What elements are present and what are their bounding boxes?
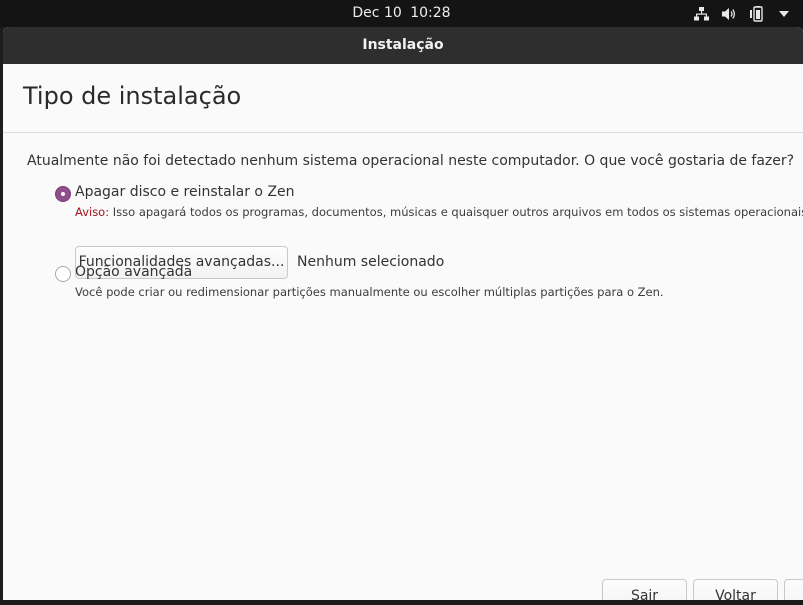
network-icon[interactable]: [694, 6, 709, 21]
radio-advanced[interactable]: [55, 266, 71, 282]
option-advanced-label[interactable]: Opção avançada: [75, 264, 192, 280]
install-question: Atualmente não foi detectado nenhum sist…: [27, 153, 795, 169]
warning-label: Aviso:: [75, 205, 110, 219]
window-titlebar[interactable]: Instalação: [3, 27, 803, 64]
clock-date: Dec 10: [352, 5, 402, 21]
menu-arrow-icon[interactable]: [779, 10, 789, 17]
bottom-edge: [0, 600, 803, 605]
window-title: Instalação: [362, 37, 444, 53]
battery-icon[interactable]: [750, 5, 766, 22]
page-title: Tipo de instalação: [23, 82, 242, 110]
option-advanced-note: Você pode criar ou redimensionar partiçõ…: [75, 285, 664, 299]
system-tray[interactable]: [694, 0, 789, 27]
option-erase-disk-note: Aviso: Isso apagará todos os programas, …: [75, 205, 803, 219]
continue-button[interactable]: [784, 579, 803, 600]
option-erase-disk-label[interactable]: Apagar disco e reinstalar o Zen: [75, 184, 295, 200]
radio-erase-disk[interactable]: [55, 186, 71, 202]
volume-icon[interactable]: [722, 7, 737, 21]
top-panel: Dec 10 10:28: [0, 0, 803, 27]
clock[interactable]: Dec 10 10:28: [0, 0, 803, 27]
quit-button[interactable]: Sair: [602, 579, 687, 600]
page-header: Tipo de instalação: [3, 64, 803, 133]
warning-text: Isso apagará todos os programas, documen…: [109, 205, 803, 219]
back-button[interactable]: Voltar: [693, 579, 778, 600]
installer-window: Instalação Tipo de instalação Atualmente…: [3, 27, 803, 600]
clock-time: 10:28: [410, 5, 451, 21]
advanced-features-status: Nenhum selecionado: [297, 254, 445, 270]
